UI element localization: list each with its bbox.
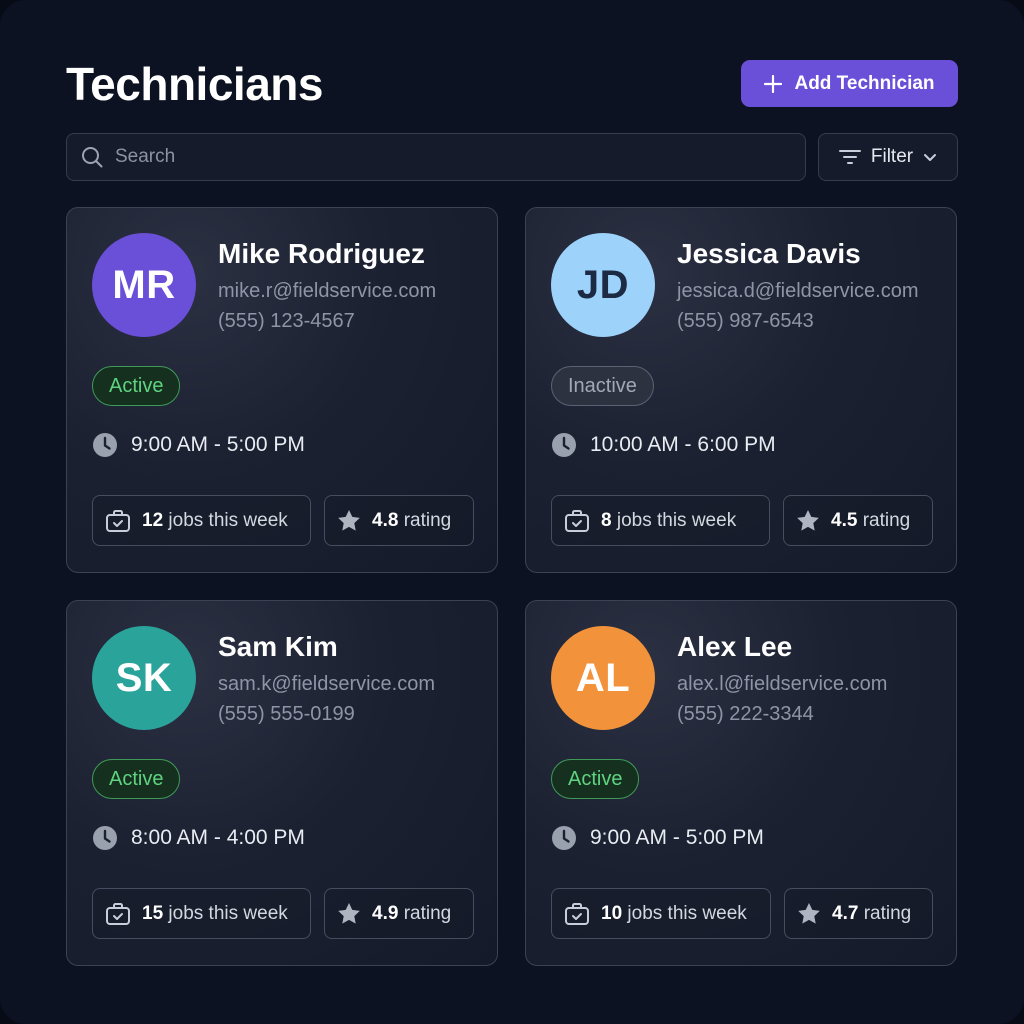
clock-icon	[93, 826, 117, 850]
star-icon	[338, 510, 360, 531]
technician-email: alex.l@fieldservice.com	[677, 673, 888, 695]
star-icon	[338, 903, 360, 924]
rating-chip: 4.7 rating	[784, 888, 933, 939]
technicians-panel: Technicians Add Technician Filter MR Mik…	[0, 0, 1024, 1024]
jobs-label: jobs this week	[168, 902, 288, 924]
work-hours: 10:00 AM - 6:00 PM	[551, 432, 776, 458]
jobs-label: jobs this week	[627, 902, 747, 924]
rating-value: 4.5	[831, 509, 858, 531]
work-hours: 8:00 AM - 4:00 PM	[92, 825, 305, 851]
hours-text: 9:00 AM - 5:00 PM	[131, 433, 305, 456]
avatar-initials: JD	[576, 262, 630, 307]
avatar-initials: MR	[112, 262, 176, 307]
briefcase-check-icon	[565, 509, 589, 532]
avatar: SK	[92, 626, 196, 730]
status-badge: Inactive	[551, 366, 654, 406]
jobs-count: 15	[142, 902, 164, 924]
add-technician-label: Add Technician	[794, 72, 935, 94]
technician-email: sam.k@fieldservice.com	[218, 673, 436, 695]
rating-value: 4.9	[372, 902, 399, 924]
briefcase-check-icon	[565, 902, 589, 925]
technician-phone: (555) 222-3344	[677, 703, 814, 725]
search-box[interactable]	[66, 133, 806, 181]
avatar: JD	[551, 233, 655, 337]
technician-name: Mike Rodriguez	[218, 238, 425, 269]
filter-button[interactable]: Filter	[818, 133, 958, 181]
rating-chip: 4.5 rating	[783, 495, 933, 546]
technician-email: jessica.d@fieldservice.com	[677, 280, 919, 302]
clock-icon	[552, 433, 576, 457]
status-badge: Active	[551, 759, 640, 799]
avatar-initials: AL	[575, 655, 631, 700]
search-input[interactable]	[115, 146, 805, 168]
technician-name: Sam Kim	[218, 631, 338, 662]
jobs-label: jobs this week	[616, 509, 737, 531]
jobs-chip: 8 jobs this week	[551, 495, 770, 546]
clock-icon	[552, 826, 576, 850]
rating-chip: 4.9 rating	[324, 888, 474, 939]
jobs-chip: 12 jobs this week	[92, 495, 311, 546]
rating-value: 4.7	[832, 902, 859, 924]
technician-card[interactable]: JD Jessica Davis jessica.d@fieldservice.…	[525, 207, 957, 573]
rating-chip: 4.8 rating	[324, 495, 474, 546]
technician-phone: (555) 123-4567	[218, 310, 355, 332]
briefcase-check-icon	[106, 509, 130, 532]
page-title: Technicians	[66, 58, 323, 110]
avatar-initials: SK	[115, 655, 173, 700]
filter-label: Filter	[870, 146, 914, 167]
technician-card[interactable]: MR Mike Rodriguez mike.r@fieldservice.co…	[66, 207, 498, 573]
technician-phone: (555) 987-6543	[677, 310, 814, 332]
hours-text: 8:00 AM - 4:00 PM	[131, 826, 305, 849]
jobs-chip: 10 jobs this week	[551, 888, 771, 939]
status-badge: Active	[92, 366, 181, 406]
jobs-count: 12	[142, 509, 164, 531]
briefcase-check-icon	[106, 902, 130, 925]
add-technician-button[interactable]: Add Technician	[741, 60, 958, 107]
jobs-label: jobs this week	[168, 509, 288, 531]
avatar: MR	[92, 233, 196, 337]
rating-label: rating	[403, 902, 452, 924]
technician-card[interactable]: AL Alex Lee alex.l@fieldservice.com (555…	[525, 600, 957, 966]
star-icon	[798, 903, 820, 924]
search-icon	[82, 147, 103, 168]
technician-name: Alex Lee	[677, 631, 793, 662]
chevron-down-icon	[924, 153, 937, 161]
filter-lines-icon	[838, 150, 861, 164]
avatar: AL	[551, 626, 655, 730]
rating-label: rating	[403, 509, 452, 531]
hours-text: 10:00 AM - 6:00 PM	[590, 433, 776, 456]
rating-value: 4.8	[372, 509, 399, 531]
plus-icon	[764, 74, 783, 93]
jobs-count: 8	[601, 509, 612, 531]
technician-phone: (555) 555-0199	[218, 703, 355, 725]
technician-email: mike.r@fieldservice.com	[218, 280, 437, 302]
jobs-count: 10	[601, 902, 623, 924]
rating-label: rating	[862, 509, 911, 531]
clock-icon	[93, 433, 117, 457]
technician-name: Jessica Davis	[677, 238, 861, 269]
work-hours: 9:00 AM - 5:00 PM	[92, 432, 305, 458]
work-hours: 9:00 AM - 5:00 PM	[551, 825, 764, 851]
status-badge: Active	[92, 759, 181, 799]
technician-card[interactable]: SK Sam Kim sam.k@fieldservice.com (555) …	[66, 600, 498, 966]
jobs-chip: 15 jobs this week	[92, 888, 311, 939]
hours-text: 9:00 AM - 5:00 PM	[590, 826, 764, 849]
star-icon	[797, 510, 819, 531]
rating-label: rating	[863, 902, 912, 924]
